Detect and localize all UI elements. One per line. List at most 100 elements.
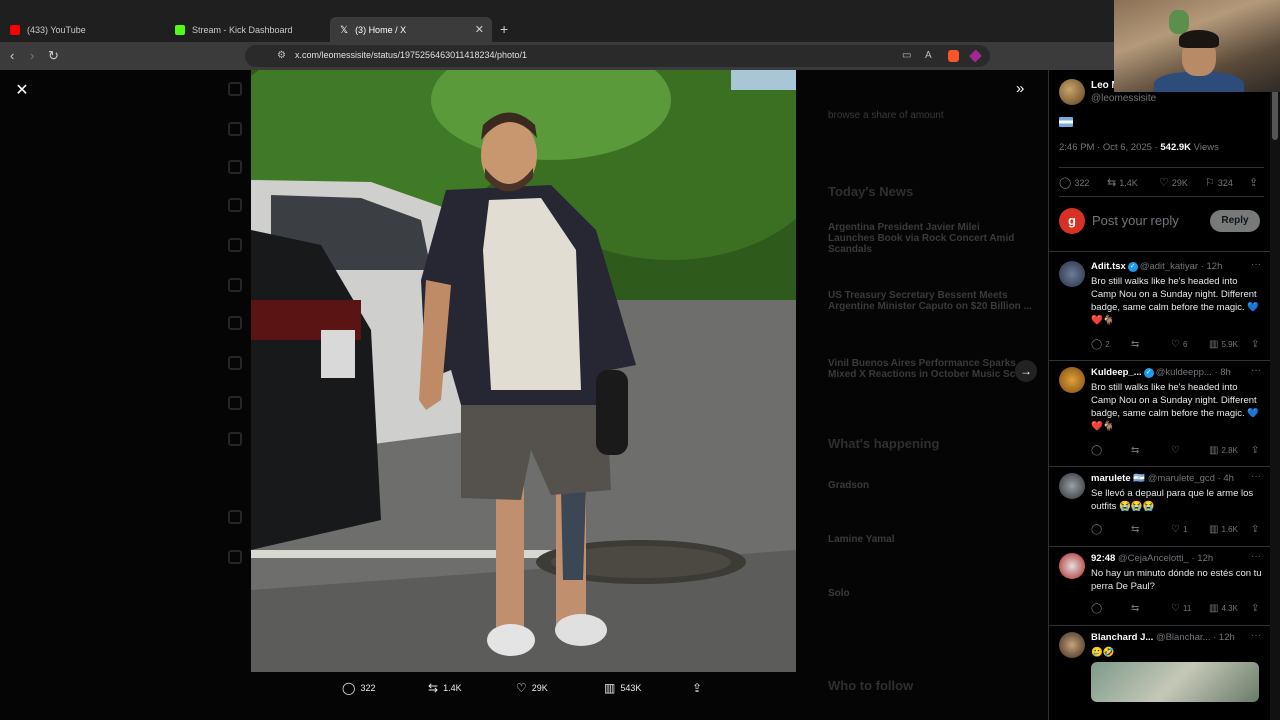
like-count: 29K <box>531 683 548 693</box>
reply-author-handle[interactable]: @kuldeepp... · 8h <box>1156 367 1231 378</box>
share-stat[interactable]: ⇪ <box>1249 176 1261 189</box>
more-options-icon[interactable]: ··· <box>1251 259 1261 270</box>
expand-panel-icon[interactable]: » <box>1016 80 1024 97</box>
brave-shields-icon[interactable] <box>948 50 959 62</box>
reply-action[interactable]: ◯ 2 <box>1091 339 1110 350</box>
more-options-icon[interactable]: ··· <box>1251 551 1261 562</box>
reply-item[interactable]: Adit.tsx ✓ @adit_katiyar · 12h ··· Bro sti… <box>1049 255 1270 361</box>
reply-author-handle[interactable]: @Blanchar... · 12h <box>1156 632 1235 643</box>
reply-icon: ◯ <box>1091 524 1103 535</box>
verified-badge-icon: ✓ <box>1143 368 1154 378</box>
notifications-nav-icon <box>228 198 242 212</box>
reply-stat[interactable]: ◯ 322 <box>1059 176 1089 189</box>
more-options-icon[interactable]: ··· <box>1251 365 1261 376</box>
reply-author-handle[interactable]: @marulete_gcd · 4h <box>1148 473 1234 484</box>
views-action[interactable]: ▥ 4.3K <box>1209 603 1238 614</box>
reply-author-name[interactable]: Adit.tsx <box>1091 261 1126 272</box>
reply-item[interactable]: Blanchard J... @Blanchar... · 12h ··· 🥲🤣 <box>1049 626 1270 720</box>
new-tab-button[interactable]: + <box>500 21 508 37</box>
avatar[interactable] <box>1059 553 1085 579</box>
next-photo-button[interactable]: → <box>1015 360 1037 382</box>
current-user-avatar[interactable]: g <box>1059 208 1085 234</box>
avatar[interactable] <box>1059 261 1085 287</box>
share-action[interactable]: ⇪ <box>1251 445 1262 456</box>
author-handle[interactable]: @leomessisite <box>1091 93 1156 104</box>
repost-action[interactable]: ⇆ <box>1131 339 1142 350</box>
reply-text: Bro still walks like he's headed into Ca… <box>1091 276 1260 326</box>
bookmark-stat[interactable]: ⚐ 324 <box>1205 176 1233 189</box>
avatar[interactable] <box>1059 367 1085 393</box>
views-action[interactable]: ▥ 2.8K <box>1209 445 1238 456</box>
views-icon: ▥ <box>1209 445 1219 456</box>
panel-scrollbar[interactable] <box>1270 70 1280 720</box>
reply-author-name[interactable]: Blanchard J... <box>1091 632 1153 643</box>
reply-action[interactable]: ◯ <box>1091 445 1105 456</box>
views-action[interactable]: ▥ 5.9K <box>1209 339 1238 350</box>
reply-header: Kuldeep_... ✓ @kuldeepp... · 8h <box>1091 367 1251 378</box>
more-options-icon[interactable]: ··· <box>1251 630 1261 641</box>
browser-tab-strip: (433) YouTube Stream - Kick Dashboard 𝕏 … <box>0 0 1280 42</box>
share-action[interactable]: ⇪ <box>692 681 707 695</box>
reply-action[interactable]: ◯ <box>1091 603 1105 614</box>
avatar[interactable] <box>1059 632 1085 658</box>
like-action[interactable]: ♡ 1 <box>1171 524 1187 535</box>
author-avatar[interactable] <box>1059 79 1085 105</box>
share-icon: ⇪ <box>1251 339 1260 350</box>
repost-action[interactable]: ⇆ 1.4K <box>428 681 462 695</box>
like-count: 11 <box>1182 604 1192 613</box>
reply-button[interactable]: Reply <box>1210 210 1260 232</box>
reply-media[interactable] <box>1091 662 1259 702</box>
reply-author-name[interactable]: 92:48 <box>1091 553 1115 564</box>
share-action[interactable]: ⇪ <box>1251 603 1262 614</box>
reply-author-name[interactable]: marulete 🇦🇷 <box>1091 473 1145 484</box>
site-info-icon[interactable]: ⚙ <box>277 50 286 61</box>
lists-nav-icon <box>228 316 242 330</box>
translate-icon[interactable]: A <box>925 50 932 61</box>
reply-input[interactable]: Post your reply <box>1092 213 1179 228</box>
tweet-photo[interactable] <box>251 70 796 672</box>
like-action[interactable]: ♡ 11 <box>1171 603 1191 614</box>
reply-author-handle[interactable]: @CejaAncelotti_ · 12h <box>1118 553 1213 564</box>
reply-item[interactable]: marulete 🇦🇷 @marulete_gcd · 4h ··· Se ll… <box>1049 467 1270 547</box>
views-action[interactable]: ▥ 1.6K <box>1209 524 1238 535</box>
forward-icon[interactable]: › <box>30 48 34 63</box>
tab-kick[interactable]: Stream - Kick Dashboard <box>165 17 330 42</box>
share-action[interactable]: ⇪ <box>1251 524 1262 535</box>
reply-count: 322 <box>360 683 376 693</box>
back-icon[interactable]: ‹ <box>10 48 14 63</box>
cast-icon[interactable]: ▭ <box>902 50 911 61</box>
share-action[interactable]: ⇪ <box>1251 339 1262 350</box>
repost-stat[interactable]: ⇆ 1.4K <box>1107 176 1138 189</box>
repost-action[interactable]: ⇆ <box>1131 524 1142 535</box>
reply-item[interactable]: 92:48 @CejaAncelotti_ · 12h ··· No hay u… <box>1049 547 1270 626</box>
close-tab-icon[interactable]: ✕ <box>475 23 484 36</box>
repost-action[interactable]: ⇆ <box>1131 445 1142 456</box>
views-action[interactable]: ▥ 543K <box>604 681 641 695</box>
tweet-time[interactable]: 2:46 PM · Oct 6, 2025 · <box>1059 142 1160 153</box>
views-icon: ▥ <box>1209 603 1219 614</box>
reply-text: Bro still walks like he's headed into Ca… <box>1091 382 1260 432</box>
reload-icon[interactable]: ↻ <box>48 48 59 64</box>
tab-youtube[interactable]: (433) YouTube <box>0 17 165 42</box>
reply-action[interactable]: ◯ 322 <box>342 681 375 695</box>
reply-item[interactable]: Kuldeep_... ✓ @kuldeepp... · 8h ··· Bro st… <box>1049 361 1270 467</box>
like-action[interactable]: ♡ 29K <box>516 681 548 695</box>
tab-x-home[interactable]: 𝕏 (3) Home / X ✕ <box>330 17 492 42</box>
reply-text: No hay un minuto dónde no estés con tu p… <box>1091 568 1262 592</box>
reply-action[interactable]: ◯ <box>1091 524 1105 535</box>
address-bar[interactable]: ⚙ x.com/leomessisite/status/197525646301… <box>245 45 990 67</box>
like-action[interactable]: ♡ 6 <box>1171 339 1187 350</box>
close-viewer-button[interactable]: ✕ <box>12 80 32 100</box>
like-stat[interactable]: ♡ 29K <box>1159 176 1188 189</box>
more-options-icon[interactable]: ··· <box>1251 471 1261 482</box>
reply-author-name[interactable]: Kuldeep_... <box>1091 367 1142 378</box>
like-action[interactable]: ♡ <box>1171 445 1183 456</box>
repost-count: 1.4K <box>443 683 462 693</box>
reply-author-handle[interactable]: @adit_katiyar · 12h <box>1140 261 1223 272</box>
avatar[interactable] <box>1059 473 1085 499</box>
brave-rewards-icon[interactable] <box>968 49 983 63</box>
repost-action[interactable]: ⇆ <box>1131 603 1142 614</box>
url-text[interactable]: x.com/leomessisite/status/19752564630114… <box>295 50 527 60</box>
views-count: 1.6K <box>1221 525 1238 534</box>
views-count: 4.3K <box>1221 604 1238 613</box>
